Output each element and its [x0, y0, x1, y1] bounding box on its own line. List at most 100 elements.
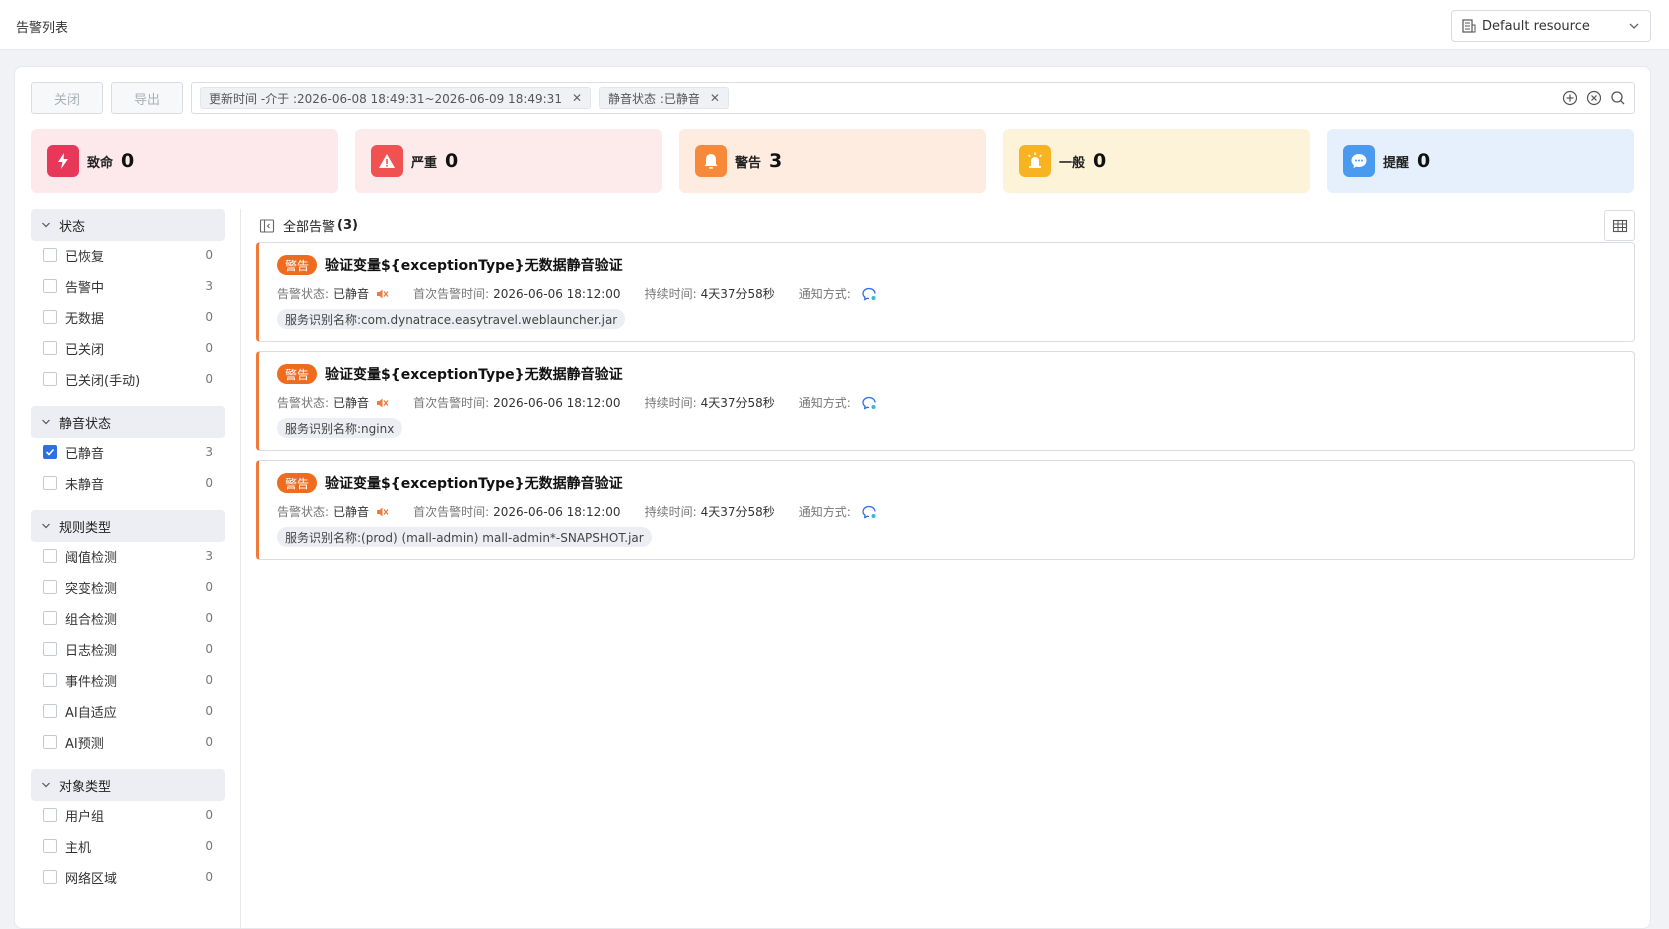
filter-option-label: 已关闭: [65, 342, 105, 358]
remove-filter-icon[interactable]: ✕: [710, 91, 720, 105]
add-filter-icon[interactable]: [1562, 90, 1578, 106]
filter-option[interactable]: 已恢复 0: [31, 244, 225, 266]
severity-card-info[interactable]: 提醒 0: [1327, 129, 1634, 193]
alert-notify: 通知方式:: [799, 285, 877, 302]
severity-count: 0: [445, 150, 459, 172]
alert-card[interactable]: 警告 验证变量${exceptionType}无数据静音验证 告警状态: 已静音 首次告…: [256, 242, 1635, 342]
checkbox[interactable]: [43, 611, 57, 625]
alert-card[interactable]: 警告 验证变量${exceptionType}无数据静音验证告警状态: 已静音 首次告…: [256, 460, 1635, 560]
filter-group-header[interactable]: 对象类型: [31, 769, 225, 801]
page-scrollbar[interactable]: [1660, 50, 1669, 929]
checkbox[interactable]: [43, 735, 57, 749]
checkbox[interactable]: [43, 580, 57, 594]
checkbox[interactable]: [43, 808, 57, 822]
alert-duration-label: 持续时间:: [644, 505, 697, 519]
filter-option-count: 0: [205, 704, 213, 718]
checkbox[interactable]: [43, 839, 57, 853]
alert-card[interactable]: 警告 验证变量${exceptionType}无数据静音验证 告警状态: 已静音 首次告…: [256, 351, 1635, 451]
severity-card-major[interactable]: 严重 0: [355, 129, 662, 193]
clear-filter-icon[interactable]: [1586, 90, 1602, 106]
filter-option[interactable]: 组合检测 0: [31, 607, 225, 629]
checkbox[interactable]: [43, 870, 57, 884]
filter-group-header[interactable]: 静音状态: [31, 406, 225, 438]
checkbox[interactable]: [43, 673, 57, 687]
filter-option[interactable]: 用户组 0: [31, 804, 225, 826]
filter-option[interactable]: 未静音 0: [31, 472, 225, 494]
filter-bar[interactable]: 更新时间 -介于 :2026-06-08 18:49:31~2026-06-09…: [191, 82, 1635, 114]
alert-duration: 持续时间: 4天37分58秒: [645, 285, 775, 302]
checkbox[interactable]: [43, 642, 57, 656]
notification-channel-icon[interactable]: [861, 286, 877, 302]
filter-group-title: 规则类型: [59, 520, 112, 536]
checkbox[interactable]: [43, 445, 57, 459]
filter-tag-mute-status: 静音状态 :已静音 ✕: [599, 87, 729, 109]
close-button[interactable]: 关闭: [31, 82, 103, 114]
notification-channel-icon[interactable]: [861, 395, 877, 411]
alert-level-badge: 警告: [277, 255, 318, 275]
alert-title[interactable]: 验证变量${exceptionType}无数据静音验证: [325, 255, 623, 275]
top-bar: 告警列表 Default resource: [0, 0, 1669, 50]
checkbox[interactable]: [43, 279, 57, 293]
alert-title[interactable]: 验证变量${exceptionType}无数据静音验证: [325, 364, 623, 384]
resource-select[interactable]: Default resource: [1451, 10, 1651, 42]
alert-meta: 告警状态: 已静音 首次告警时间: 2026-06-06 18:12:00 持续时间: 4…: [277, 503, 901, 520]
remove-filter-icon[interactable]: ✕: [572, 91, 582, 105]
checkbox[interactable]: [43, 549, 57, 563]
filter-option[interactable]: 突变检测 0: [31, 576, 225, 598]
resource-icon: [1462, 19, 1476, 33]
filter-option-count: 0: [205, 580, 213, 594]
filter-option-label: 未静音: [65, 477, 105, 493]
service-name-tag: 服务识别名称:(prod) (mall-admin) mall-admin*-S…: [277, 527, 652, 547]
severity-label: 致命: [87, 155, 114, 171]
alert-title[interactable]: 验证变量${exceptionType}无数据静音验证: [325, 473, 623, 493]
alert-notify-label: 通知方式:: [798, 505, 851, 519]
filter-option[interactable]: AI预测 0: [31, 731, 225, 753]
notification-channel-icon[interactable]: [861, 504, 877, 520]
table-view-button[interactable]: [1604, 210, 1635, 241]
chevron-down-icon: [42, 523, 50, 529]
filter-option[interactable]: 已静音 3: [31, 441, 225, 463]
export-button[interactable]: 导出: [111, 82, 183, 114]
checkbox[interactable]: [43, 248, 57, 262]
checkbox[interactable]: [43, 476, 57, 490]
severity-card-warning[interactable]: 警告 3: [679, 129, 986, 193]
filter-option[interactable]: 已关闭(手动) 0: [31, 368, 225, 390]
warning-icon-badge: [695, 145, 727, 177]
filter-option[interactable]: 阈值检测 3: [31, 545, 225, 567]
severity-card-critical[interactable]: 致命 0: [31, 129, 338, 193]
checkbox[interactable]: [43, 704, 57, 718]
collapse-sidebar-icon[interactable]: [259, 218, 275, 234]
filter-option-count: 0: [205, 870, 213, 884]
checkbox[interactable]: [43, 372, 57, 386]
alert-meta: 告警状态: 已静音 首次告警时间: 2026-06-06 18:12:00 持续时间: 4…: [277, 285, 901, 302]
filter-option[interactable]: 网络区域 0: [31, 866, 225, 888]
filter-option-count: 0: [205, 642, 213, 656]
alert-title-row: 警告 验证变量${exceptionType}无数据静音验证: [277, 473, 623, 493]
filter-option[interactable]: AI自适应 0: [31, 700, 225, 722]
search-icon[interactable]: [1610, 90, 1626, 106]
page-title: 告警列表: [16, 21, 69, 36]
info-icon-badge: [1343, 145, 1375, 177]
checkbox[interactable]: [43, 310, 57, 324]
filter-option[interactable]: 事件检测 0: [31, 669, 225, 691]
alert-first-time-label: 首次告警时间:: [413, 287, 490, 301]
alert-duration-label: 持续时间:: [644, 287, 697, 301]
alert-list-count: (3): [337, 218, 358, 233]
filter-option[interactable]: 无数据 0: [31, 306, 225, 328]
filter-option[interactable]: 日志检测 0: [31, 638, 225, 660]
filter-option-count: 0: [205, 611, 213, 625]
checkbox[interactable]: [43, 341, 57, 355]
filter-group-header[interactable]: 状态: [31, 209, 225, 241]
filter-option[interactable]: 已关闭 0: [31, 337, 225, 359]
filter-option-label: 日志检测: [65, 643, 118, 659]
alert-duration: 持续时间: 4天37分58秒: [645, 503, 775, 520]
severity-label: 警告: [735, 155, 762, 171]
filter-group-header[interactable]: 规则类型: [31, 510, 225, 542]
lightning-icon: [58, 153, 68, 169]
severity-card-minor[interactable]: 一般 0: [1003, 129, 1310, 193]
alert-status-value: 已静音: [333, 287, 370, 301]
filter-option-count: 0: [205, 310, 213, 324]
chevron-down-icon: [1629, 23, 1639, 29]
filter-option[interactable]: 主机 0: [31, 835, 225, 857]
filter-option[interactable]: 告警中 3: [31, 275, 225, 297]
